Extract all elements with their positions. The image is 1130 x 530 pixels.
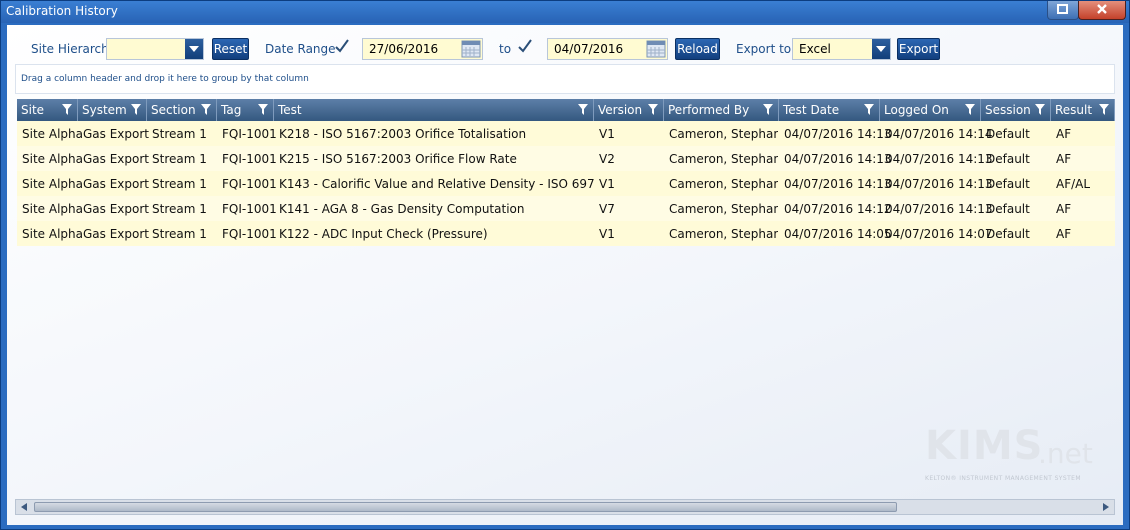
date-to-checkbox[interactable] <box>518 39 532 53</box>
window-title: Calibration History <box>6 4 118 18</box>
calendar-icon[interactable] <box>646 40 666 58</box>
filter-icon[interactable] <box>131 104 141 115</box>
column-header-section[interactable]: Section <box>147 99 217 121</box>
chevron-down-icon <box>876 46 886 52</box>
table-row[interactable]: Site Alpha Gas Export Stream 1 FQI-1001 … <box>17 121 1115 146</box>
date-to-field[interactable]: 04/07/2016 <box>547 38 668 60</box>
table-row[interactable]: Site Alpha Gas Export Stream 1 FQI-1001 … <box>17 146 1115 171</box>
table-row[interactable]: Site Alpha Gas Export Stream 1 FQI-1001 … <box>17 196 1115 221</box>
scrollbar-thumb[interactable] <box>34 502 897 512</box>
filter-icon[interactable] <box>62 104 72 115</box>
export-button[interactable]: Export <box>897 38 940 60</box>
reset-button[interactable]: Reset <box>212 38 249 60</box>
client-area: Site Hierarchy Reset Date Range 27/06/20… <box>7 25 1123 525</box>
logo-suffix: .net <box>1038 437 1093 470</box>
filter-icon[interactable] <box>201 104 211 115</box>
column-header-system[interactable]: System <box>78 99 147 121</box>
horizontal-scrollbar[interactable] <box>15 499 1115 515</box>
calendar-icon[interactable] <box>461 40 481 58</box>
export-format-value: Excel <box>799 42 831 56</box>
column-header-test-date[interactable]: Test Date <box>779 99 880 121</box>
export-format-combo[interactable]: Excel <box>792 38 891 60</box>
column-header-version[interactable]: Version <box>594 99 664 121</box>
group-by-hint: Drag a column header and drop it here to… <box>21 74 309 84</box>
filter-icon[interactable] <box>1099 104 1109 115</box>
column-header-test[interactable]: Test <box>274 99 594 121</box>
date-range-checkbox[interactable] <box>335 39 349 53</box>
filter-icon[interactable] <box>648 104 658 115</box>
close-button[interactable] <box>1078 1 1126 20</box>
grid-header: Site System Section Tag Test Version Per… <box>17 99 1115 121</box>
logo-main: KIMS <box>925 423 1044 469</box>
date-to-value: 04/07/2016 <box>554 42 624 56</box>
column-header-session[interactable]: Session <box>981 99 1051 121</box>
site-hierarchy-combo[interactable] <box>106 38 204 60</box>
site-hierarchy-dropdown-button[interactable] <box>185 39 203 59</box>
filter-icon[interactable] <box>763 104 773 115</box>
column-header-site[interactable]: Site <box>17 99 78 121</box>
calibration-grid: Site System Section Tag Test Version Per… <box>17 99 1115 479</box>
maximize-button[interactable] <box>1047 1 1079 20</box>
scroll-left-icon[interactable] <box>19 502 29 512</box>
filter-icon[interactable] <box>864 104 874 115</box>
filter-icon[interactable] <box>258 104 268 115</box>
kims-logo: KIMS .net KELTON® INSTRUMENT MANAGEMENT … <box>925 423 1095 483</box>
chevron-down-icon <box>189 46 199 52</box>
site-hierarchy-label: Site Hierarchy <box>31 42 116 56</box>
close-icon <box>1097 4 1107 14</box>
column-header-result[interactable]: Result <box>1051 99 1115 121</box>
column-header-performed-by[interactable]: Performed By <box>664 99 779 121</box>
column-header-tag[interactable]: Tag <box>217 99 274 121</box>
scroll-right-icon[interactable] <box>1101 502 1111 512</box>
reload-button[interactable]: Reload <box>675 38 720 60</box>
table-row[interactable]: Site Alpha Gas Export Stream 1 FQI-1001 … <box>17 221 1115 246</box>
filter-icon[interactable] <box>578 104 588 115</box>
filter-icon[interactable] <box>965 104 975 115</box>
table-row[interactable]: Site Alpha Gas Export Stream 1 FQI-1001 … <box>17 171 1115 196</box>
maximize-icon <box>1057 4 1068 14</box>
to-label: to <box>499 42 512 56</box>
date-from-field[interactable]: 27/06/2016 <box>362 38 483 60</box>
column-header-logged-on[interactable]: Logged On <box>880 99 981 121</box>
date-from-value: 27/06/2016 <box>369 42 439 56</box>
calibration-history-window: Calibration History Site Hierarchy Reset… <box>0 0 1130 530</box>
title-bar[interactable]: Calibration History <box>1 1 1129 23</box>
export-to-label: Export to <box>736 42 792 56</box>
date-range-label: Date Range <box>265 42 336 56</box>
logo-tagline: KELTON® INSTRUMENT MANAGEMENT SYSTEM <box>925 475 1081 482</box>
filter-icon[interactable] <box>1035 104 1045 115</box>
export-format-dropdown-button[interactable] <box>872 39 890 59</box>
group-by-panel[interactable]: Drag a column header and drop it here to… <box>15 64 1115 94</box>
